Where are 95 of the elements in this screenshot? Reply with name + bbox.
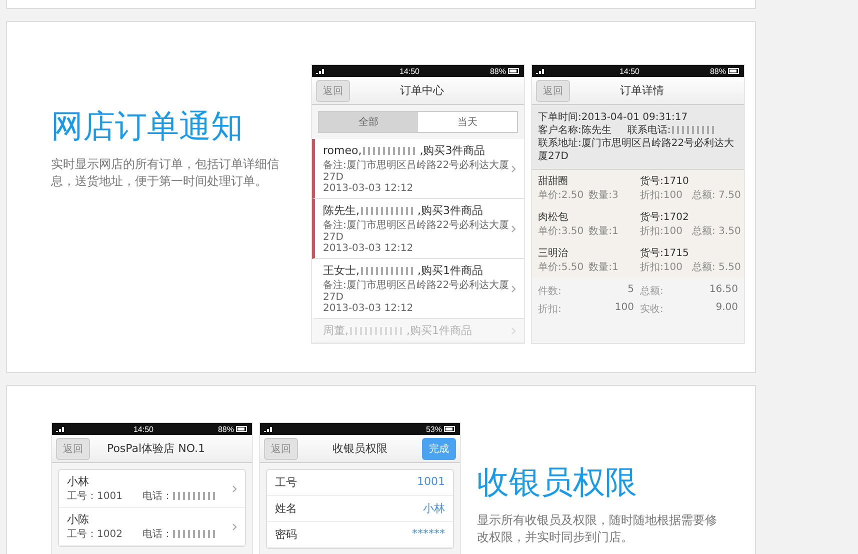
item-total: 总额: 7.50 [692,188,741,202]
screen-title: 订单详情 [619,83,665,98]
summary-label: 总额: [640,284,664,298]
summary-value: 5 [626,284,634,297]
staff-row[interactable]: 小陈 工号：1002 电话： [59,508,245,546]
item-name: 甜甜圈 [538,174,569,188]
battery-level: 88% [490,66,506,76]
section-title: 网店订单通知 [51,106,244,146]
chevron-right-icon [232,522,237,530]
summary-label: 实收: [640,302,664,316]
form-row[interactable]: 密码 ****** [267,522,453,548]
item-price: 单价:3.50 数量:1 [538,224,620,238]
item-discount: 折扣:100 [640,260,684,274]
order-row[interactable]: 王女士, ,购买1件商品 备注:厦门市思明区吕岭路22号必利达大厦27D 2013-03-03 12:12 [312,259,524,319]
battery-icon [508,68,520,74]
field-value: 1001 [417,475,445,490]
segment-tab[interactable]: 当天 [418,112,517,132]
order-note: 备注:厦门市思明区吕岭路22号必利达大厦27D [323,218,510,243]
battery-level: 88% [710,66,726,76]
staff-name: 小陈 [67,512,90,527]
phone-label: 电话： [142,491,172,502]
signal-icon [56,426,66,432]
customer-name: 陈先生, [323,203,360,218]
segment-tab[interactable]: 全部 [319,112,418,132]
summary-label: 件数: [538,285,562,298]
summary-value: 16.50 [708,284,738,297]
screen-title: PosPal体验店 NO.1 [106,441,206,456]
item-quantity: 数量:1 [588,261,618,274]
staff-name: 小林 [67,474,90,489]
item-name: 三明治 [538,247,569,260]
chevron-right-icon [511,326,516,334]
item-total: 总额: 3.50 [692,224,741,238]
signal-icon [536,68,546,74]
order-row[interactable]: romeo, ,购买3件商品 备注:厦门市思明区吕岭路22号必利达大厦27D 2013-03-03 12:12 [312,139,524,199]
customer-name: romeo, [323,144,362,157]
item-name: 肉松包 [538,210,569,224]
item-discount: 折扣:100 [640,188,684,202]
item-price: 单价:2.50 数量:3 [538,188,620,202]
chevron-right-icon [511,284,516,292]
signal-icon [264,426,274,432]
field-value: 小林 [423,501,445,516]
order-time: 2013-03-03 12:12 [323,183,414,194]
order-summary: ,购买1件商品 [418,263,483,278]
phone-label: 电话： [142,529,172,540]
field-value: ****** [412,527,445,542]
form-row[interactable]: 工号 1001 [267,470,453,496]
staff-id: 工号：1002 [67,528,122,541]
section-title: 收银员权限 [477,462,638,502]
battery-icon [236,426,248,432]
item-total: 总额: 5.50 [692,260,741,274]
order-note: 备注:厦门市思明区吕岭路22号必利达大厦27D [323,278,510,303]
form-row[interactable]: 姓名 小林 [267,496,453,522]
battery-icon [728,68,740,74]
summary-label: 折扣: [538,302,562,316]
staff-row[interactable]: 小林 工号：1001 电话： [59,470,245,508]
clock-time: 14:50 [398,66,420,76]
signal-icon [316,68,326,74]
summary-value: 100 [614,302,634,315]
order-row[interactable]: 陈先生, ,购买3件商品 备注:厦门市思明区吕岭路22号必利达大厦27D 2013-03-03 12:12 [312,199,524,259]
item-discount: 折扣:100 [640,224,684,238]
order-summary: ,购买3件商品 [420,143,486,158]
customer-name: 王女士, [323,263,360,278]
order-time: 2013-03-03 12:12 [323,303,414,314]
order-time: 下单时间:2013-04-01 09:31:17 [538,111,689,124]
field-label: 工号 [275,475,297,490]
section-description: 实时显示网店的所有订单，包括订单详细信息，送货地址，便于第一时间处理订单。 [51,156,280,190]
phone-label: 联系电话: [627,125,671,136]
summary-value: 9.00 [714,302,738,315]
item-quantity: 数量:1 [588,225,618,238]
customer-name: 客户名称:陈先生 [538,124,612,137]
order-time: 2013-03-03 12:12 [323,243,414,254]
address-text: 联系地址:厦门市思明区吕岭路22号必利达大厦27D [538,137,736,163]
field-label: 姓名 [275,501,297,516]
item-price: 单价:5.50 数量:1 [538,260,620,274]
clock-time: 14:50 [132,424,154,434]
battery-level: 53% [426,424,442,434]
item-code: 货号:1710 [640,175,690,188]
item-code: 货号:1715 [640,247,690,260]
chevron-right-icon [511,224,516,232]
customer-name: 周董, [323,323,348,338]
screen-title: 订单中心 [399,83,445,98]
item-quantity: 数量:3 [588,189,618,202]
order-summary: ,购买3件商品 [418,203,483,218]
section-description: 显示所有收银员及权限，随时随地根据需要修改权限，并实时同步到门店。 [477,512,717,546]
battery-icon [444,426,456,432]
staff-id: 工号：1001 [67,490,122,503]
chevron-right-icon [232,484,237,492]
order-note: 备注:厦门市思明区吕岭路22号必利达大厦27D [323,158,510,183]
item-code: 货号:1702 [640,211,690,224]
order-summary: ,购买1件商品 [406,323,472,338]
battery-level: 88% [218,424,234,434]
chevron-right-icon [511,164,516,172]
screen-title: 收银员权限 [332,441,388,456]
field-label: 密码 [275,527,297,542]
clock-time: 14:50 [618,66,640,76]
